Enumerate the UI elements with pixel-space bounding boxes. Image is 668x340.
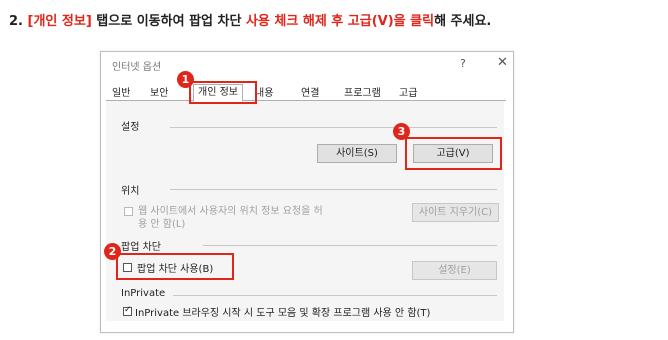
popup-settings-button[interactable]: 설정(E) (412, 261, 497, 280)
popup-blocker-section-label: 팝업 차단 (121, 242, 161, 253)
instruction-action: 사용 체크 해제 후 고급(V)을 클릭 (245, 14, 435, 29)
location-checkbox-label-line2: 용 안 함(L) (138, 219, 186, 230)
dialog-title: 인터넷 옵션 (112, 62, 162, 73)
inprivate-section-label: InPrivate (121, 288, 166, 299)
highlight-popup-blocker (116, 253, 234, 280)
popup-blocker-separator (203, 245, 497, 246)
instruction-text: 2. [개인 정보] 탭으로 이동하여 팝업 차단 사용 체크 해제 후 고급(… (9, 10, 491, 29)
settings-section-label: 설정 (121, 122, 140, 133)
location-section-label: 위치 (121, 186, 140, 197)
location-checkbox[interactable] (124, 207, 133, 216)
step-badge-1: 1 (177, 71, 194, 88)
tab-general[interactable]: 일반 (110, 87, 132, 100)
close-icon[interactable]: ✕ (497, 55, 508, 70)
inprivate-checkbox-label: InPrivate 브라우징 시작 시 도구 모음 및 확장 프로그램 사용 안… (135, 308, 431, 319)
tab-strip-line (106, 100, 506, 101)
inprivate-checkbox[interactable] (123, 305, 132, 316)
clear-sites-button[interactable]: 사이트 지우기(C) (412, 203, 499, 222)
instruction-suffix: 해 주세요. (434, 14, 492, 29)
tab-connections[interactable]: 연결 (299, 87, 321, 100)
tab-programs[interactable]: 프로그램 (342, 87, 383, 100)
instruction-mid: 탭으로 이동하여 팝업 차단 (91, 14, 246, 29)
settings-separator (170, 127, 497, 128)
help-icon[interactable]: ? (460, 57, 466, 70)
tab-security[interactable]: 보안 (148, 87, 170, 100)
instruction-tab-name: [개인 정보] (27, 14, 92, 29)
highlight-privacy-tab (189, 81, 257, 104)
location-separator (170, 189, 497, 190)
instruction-prefix: 2. (9, 14, 28, 29)
step-badge-3: 3 (393, 123, 410, 140)
inprivate-separator (173, 295, 497, 296)
highlight-advanced-button (405, 137, 502, 170)
step-badge-2: 2 (104, 243, 121, 260)
sites-button[interactable]: 사이트(S) (317, 144, 397, 163)
tab-advanced[interactable]: 고급 (397, 87, 419, 100)
